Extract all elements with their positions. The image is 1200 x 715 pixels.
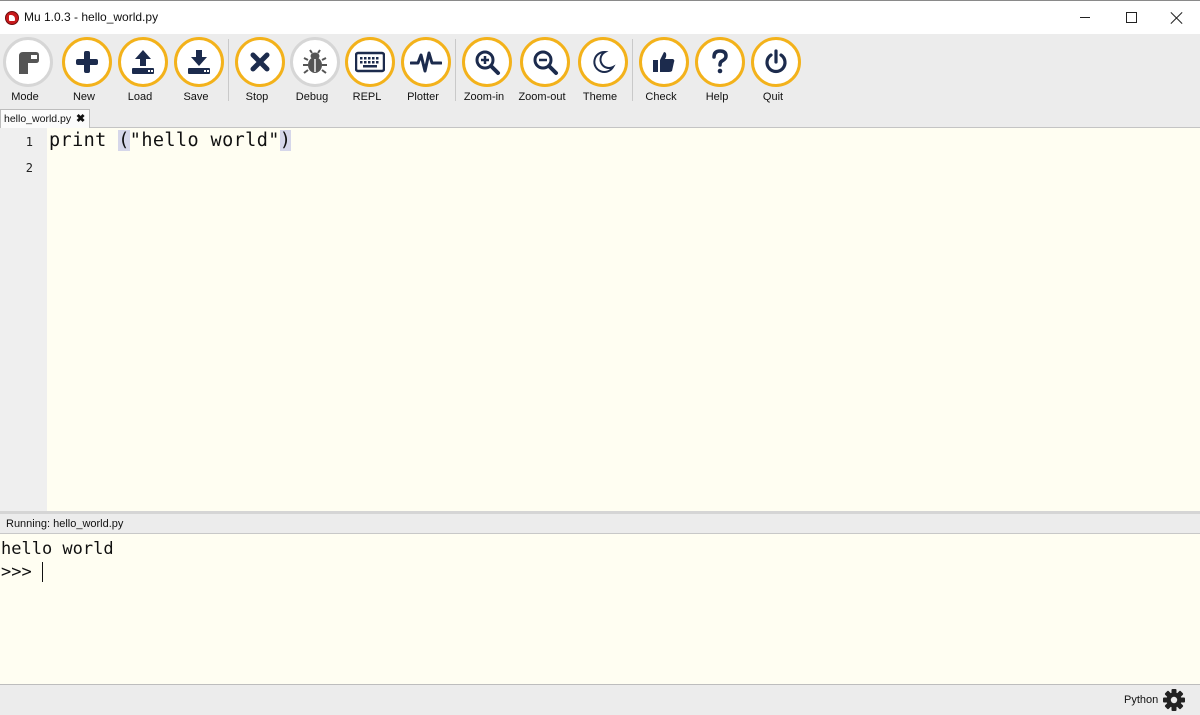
line-number: 1 bbox=[25, 135, 33, 149]
repl-output: hello world bbox=[1, 539, 114, 559]
close-tab-icon[interactable]: ✖ bbox=[76, 112, 85, 125]
code-string: "hello world" bbox=[129, 130, 280, 151]
mu-logo-icon bbox=[5, 11, 19, 25]
line-number: 2 bbox=[25, 161, 33, 175]
keyboard-icon bbox=[355, 51, 385, 73]
title-bar: Mu 1.0.3 - hello_world.py bbox=[0, 0, 1200, 34]
save-button-label: Save bbox=[183, 91, 209, 103]
repl-console[interactable]: hello world >>> bbox=[0, 534, 1200, 684]
close-window-icon bbox=[1171, 12, 1183, 24]
quit-button-label: Quit bbox=[762, 91, 784, 103]
code-line[interactable]: print ("hello world") bbox=[49, 130, 292, 151]
code-keyword: print bbox=[49, 130, 119, 151]
thumbs-up-icon bbox=[653, 52, 675, 72]
plotter-button-label: Plotter bbox=[407, 91, 439, 103]
download-icon bbox=[188, 50, 210, 74]
upload-icon bbox=[132, 50, 154, 74]
line-number-gutter: 1 2 bbox=[0, 128, 47, 511]
question-icon bbox=[712, 49, 728, 74]
matched-paren-open: ( bbox=[118, 130, 130, 151]
theme-button[interactable]: Theme bbox=[575, 37, 631, 107]
mode-icon bbox=[19, 52, 39, 74]
repl-header: Running: hello_world.py bbox=[0, 514, 1200, 534]
text-cursor bbox=[42, 562, 43, 582]
bug-icon bbox=[303, 49, 327, 74]
close-window-button[interactable] bbox=[1154, 1, 1200, 34]
save-button[interactable]: Save bbox=[171, 37, 227, 107]
code-editor[interactable]: 1 2 print ("hello world") bbox=[0, 128, 1200, 511]
mode-indicator: Python bbox=[1124, 694, 1159, 706]
zoom-in-icon bbox=[475, 50, 500, 75]
maximize-button[interactable] bbox=[1108, 1, 1154, 34]
zoom-out-icon bbox=[533, 50, 558, 75]
pulse-icon bbox=[410, 51, 442, 73]
power-icon bbox=[765, 49, 787, 74]
theme-button-label: Theme bbox=[582, 91, 618, 103]
repl-title: Running: hello_world.py bbox=[6, 518, 124, 530]
toolbar: Mode New Load Save Stop Debug REPL Plott… bbox=[0, 34, 1200, 108]
minimize-icon bbox=[1080, 17, 1090, 18]
tab-hello-world[interactable]: hello_world.py ✖ bbox=[0, 109, 90, 128]
plotter-button[interactable]: Plotter bbox=[398, 37, 454, 107]
tab-label: hello_world.py bbox=[4, 113, 72, 125]
status-bar: Python bbox=[0, 684, 1200, 715]
repl-prompt: >>> bbox=[1, 562, 42, 582]
quit-button[interactable]: Quit bbox=[748, 37, 804, 107]
matched-paren-close: ) bbox=[279, 130, 292, 151]
mode-button[interactable]: Mode bbox=[0, 37, 56, 107]
maximize-icon bbox=[1125, 12, 1137, 23]
gear-icon[interactable] bbox=[1163, 689, 1185, 711]
minimize-button[interactable] bbox=[1062, 1, 1108, 34]
tab-bar: hello_world.py ✖ bbox=[0, 108, 1200, 128]
window-title: Mu 1.0.3 - hello_world.py bbox=[24, 10, 159, 24]
plus-icon bbox=[76, 51, 98, 73]
moon-icon bbox=[593, 50, 616, 73]
close-icon bbox=[250, 52, 270, 72]
